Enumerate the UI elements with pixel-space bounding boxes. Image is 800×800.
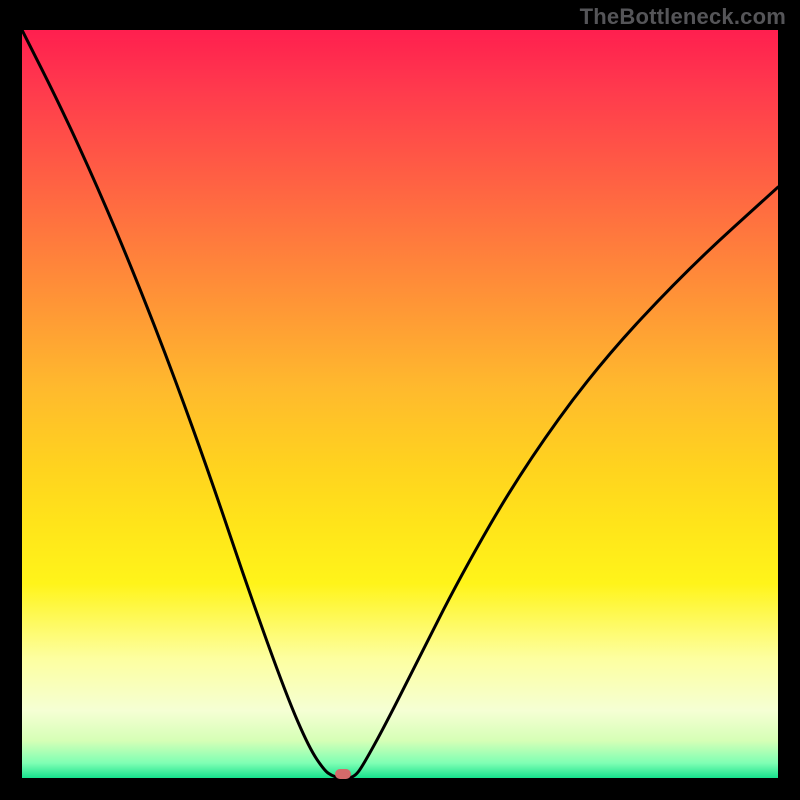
plot-area xyxy=(22,30,778,778)
bottleneck-curve xyxy=(22,30,778,778)
watermark-text: TheBottleneck.com xyxy=(580,4,786,30)
chart-frame: TheBottleneck.com xyxy=(0,0,800,800)
optimum-marker xyxy=(335,769,351,779)
